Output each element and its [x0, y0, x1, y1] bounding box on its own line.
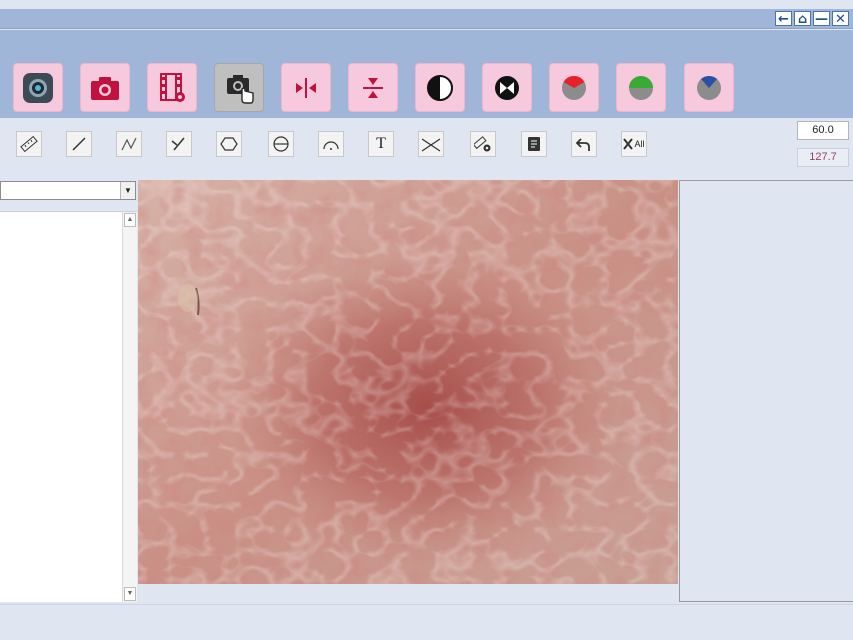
skin-image [138, 180, 678, 584]
mirror-vertical-button[interactable] [348, 63, 398, 112]
window-controls: ← ⌂ — ✕ [775, 11, 849, 27]
line-icon [72, 137, 86, 151]
arc-icon [323, 141, 339, 150]
left-panel: ▼ ▲ ▼ [0, 180, 137, 604]
film-settings-icon [160, 72, 185, 102]
title-bar: ← ⌂ — ✕ [0, 9, 853, 29]
scale-value-field[interactable]: 60.0 [797, 121, 849, 140]
status-bar [0, 604, 853, 640]
patient-dropdown[interactable]: ▼ [0, 181, 136, 200]
circle-tool[interactable] [268, 131, 294, 157]
blue-channel-icon [697, 75, 721, 100]
dropdown-value [1, 186, 4, 198]
report-tool[interactable] [521, 131, 547, 157]
ruler-icon [20, 135, 38, 153]
half-circle-icon [427, 74, 453, 101]
red-channel-icon [562, 75, 586, 100]
invert-circle-icon [495, 75, 519, 100]
snapshot-button[interactable] [80, 63, 130, 112]
ruler-tool[interactable] [16, 131, 42, 157]
polyline-tool[interactable] [116, 131, 142, 157]
scroll-up-icon[interactable]: ▲ [124, 213, 136, 227]
chevron-down-icon[interactable]: ▼ [120, 182, 135, 199]
undo-icon [575, 138, 590, 151]
hexagon-icon [220, 137, 238, 151]
measure-settings-tool[interactable] [470, 131, 496, 157]
polyline-icon [121, 137, 137, 151]
invert-button[interactable] [482, 63, 532, 112]
arc-tool[interactable] [318, 131, 344, 157]
document-icon [528, 137, 540, 151]
ruler-settings-icon [474, 136, 491, 152]
close-icon[interactable]: ✕ [832, 11, 849, 27]
right-panel [679, 180, 853, 602]
clear-all-icon [623, 138, 634, 150]
green-channel-button[interactable] [616, 63, 666, 112]
list-scrollbar[interactable]: ▲ ▼ [122, 212, 137, 602]
camera-icon [91, 76, 119, 100]
parallel-tool[interactable] [166, 131, 192, 157]
red-channel-button[interactable] [549, 63, 599, 112]
image-list[interactable]: ▲ ▼ [0, 211, 137, 602]
clear-all-tool[interactable]: All [621, 131, 647, 157]
line-tool[interactable] [66, 131, 92, 157]
angle-tool[interactable] [418, 131, 444, 157]
touch-capture-button[interactable] [214, 63, 264, 112]
live-view-button[interactable] [13, 63, 63, 112]
polygon-tool[interactable] [216, 131, 242, 157]
scroll-down-icon[interactable]: ▼ [124, 587, 136, 601]
blue-channel-button[interactable] [684, 63, 734, 112]
main-toolbar [0, 30, 853, 118]
mirror-horizontal-button[interactable] [281, 63, 331, 112]
text-tool[interactable]: T [368, 131, 394, 157]
camera-hand-icon [227, 74, 254, 104]
home-icon[interactable]: ⌂ [794, 11, 811, 27]
dermoscope-app-window: ← ⌂ — ✕ T All 60.0 127.7 ▼ ▲ ▼ [0, 0, 853, 640]
back-arrow-icon[interactable]: ← [775, 11, 792, 27]
flip-horizontal-icon [296, 77, 316, 98]
parallel-line-icon [171, 137, 185, 151]
camera-lens-icon [23, 72, 53, 103]
circle-diameter-icon [273, 136, 289, 152]
clear-all-label: All [634, 139, 645, 149]
minimize-icon[interactable]: — [813, 11, 830, 27]
record-video-button[interactable] [147, 63, 197, 112]
text-icon: T [376, 135, 386, 152]
contrast-button[interactable] [415, 63, 465, 112]
dermoscopy-image-view[interactable] [138, 180, 678, 584]
measurement-readout: 127.7 [797, 148, 849, 167]
flip-vertical-icon [363, 77, 383, 98]
green-channel-icon [629, 75, 653, 100]
undo-tool[interactable] [571, 131, 597, 157]
angle-icon [421, 138, 441, 152]
measurement-toolbar: T All [0, 118, 853, 180]
